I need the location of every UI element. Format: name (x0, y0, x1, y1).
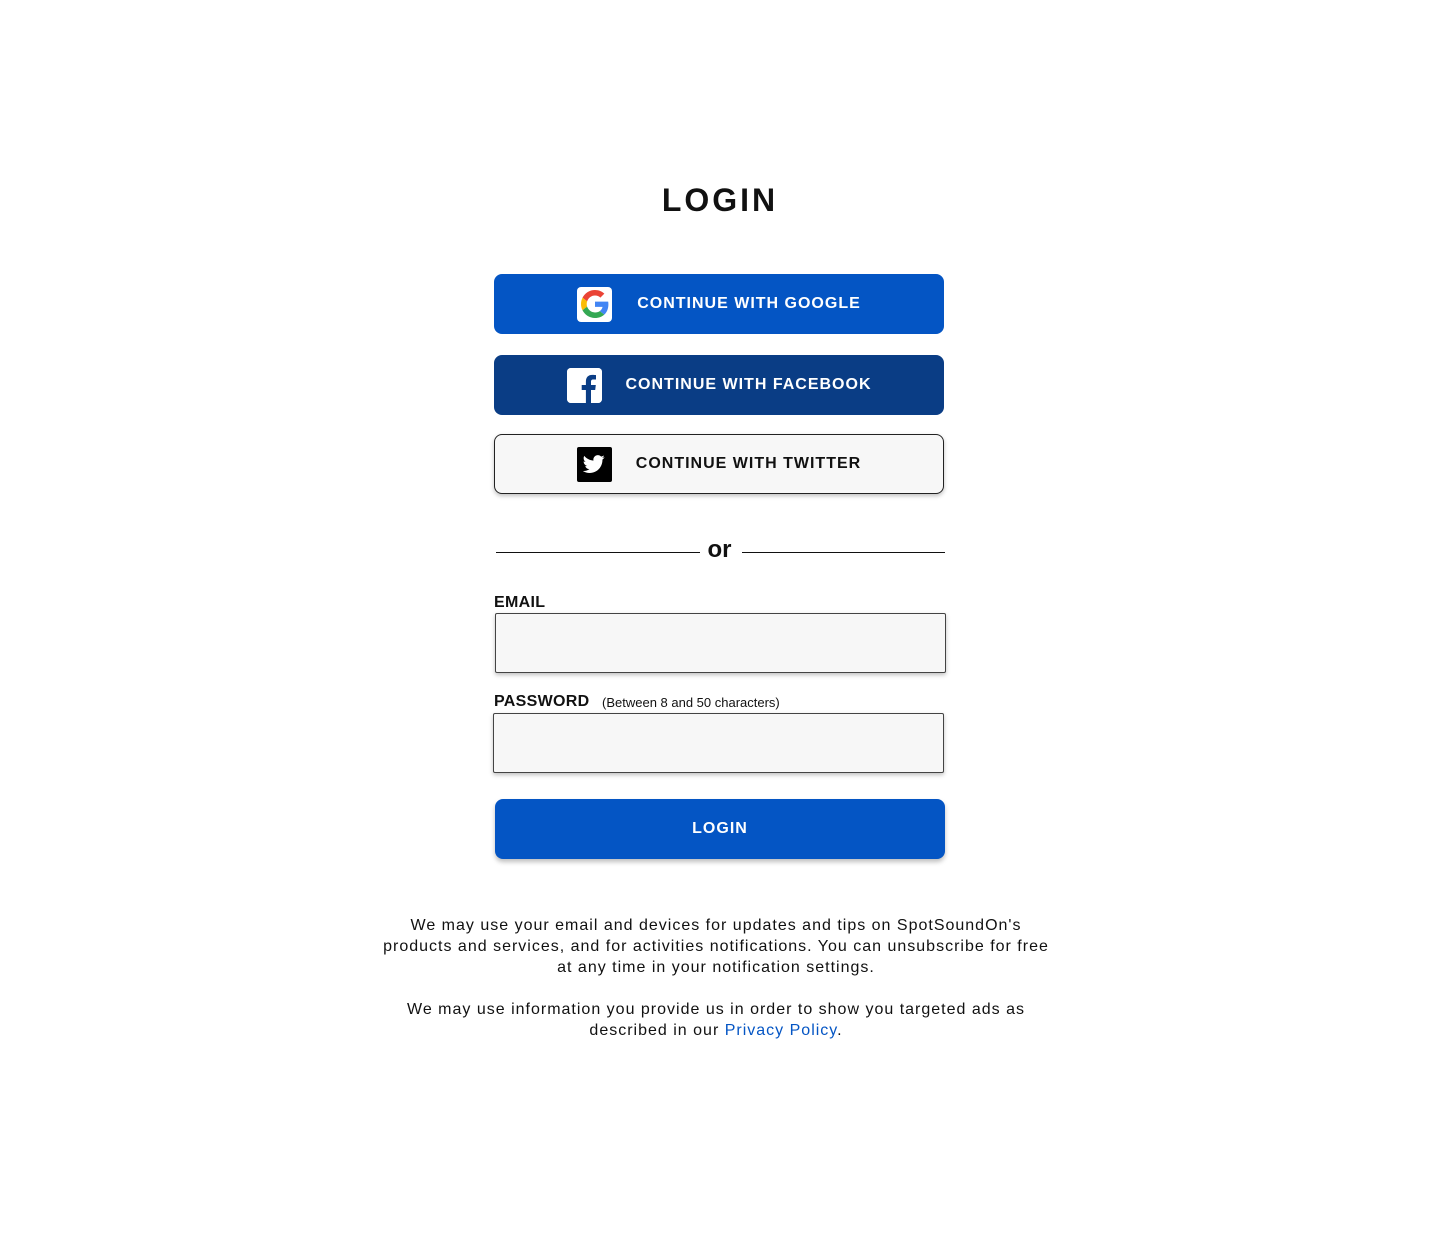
privacy-policy-link[interactable]: Privacy Policy (725, 1022, 837, 1039)
google-button-label: CONTINUE WITH GOOGLE (637, 295, 861, 312)
continue-with-google-button[interactable]: CONTINUE WITH GOOGLE (494, 274, 944, 334)
continue-with-facebook-button[interactable]: CONTINUE WITH FACEBOOK (494, 355, 944, 415)
facebook-icon (566, 367, 602, 403)
divider-line-left (496, 551, 700, 553)
notice-paragraph-ads: We may use information you provide us in… (380, 999, 1052, 1041)
login-page: LOGIN CONTINUE WITH GOOGLE CONTINUE WITH… (0, 0, 1440, 1243)
divider-text: or (707, 536, 732, 563)
notice-paragraph-updates: We may use your email and devices for up… (383, 917, 1049, 976)
twitter-icon (576, 446, 612, 482)
email-label: EMAIL (494, 594, 546, 611)
facebook-button-label: CONTINUE WITH FACEBOOK (625, 376, 872, 393)
notice-ads-text: We may use information you provide us in… (407, 1001, 1025, 1039)
continue-with-twitter-button[interactable]: CONTINUE WITH TWITTER (494, 434, 944, 494)
or-divider: or (496, 536, 945, 568)
twitter-button-label: CONTINUE WITH TWITTER (635, 455, 862, 472)
notice-ads-suffix: . (837, 1022, 843, 1039)
password-field[interactable] (493, 713, 944, 773)
google-icon (577, 286, 613, 322)
login-button[interactable]: LOGIN (495, 799, 945, 859)
password-hint: (Between 8 and 50 characters) (602, 695, 780, 710)
page-title: LOGIN (661, 182, 779, 218)
divider-line-right (741, 551, 945, 553)
password-label: PASSWORD (494, 693, 590, 710)
email-field[interactable] (495, 613, 946, 673)
